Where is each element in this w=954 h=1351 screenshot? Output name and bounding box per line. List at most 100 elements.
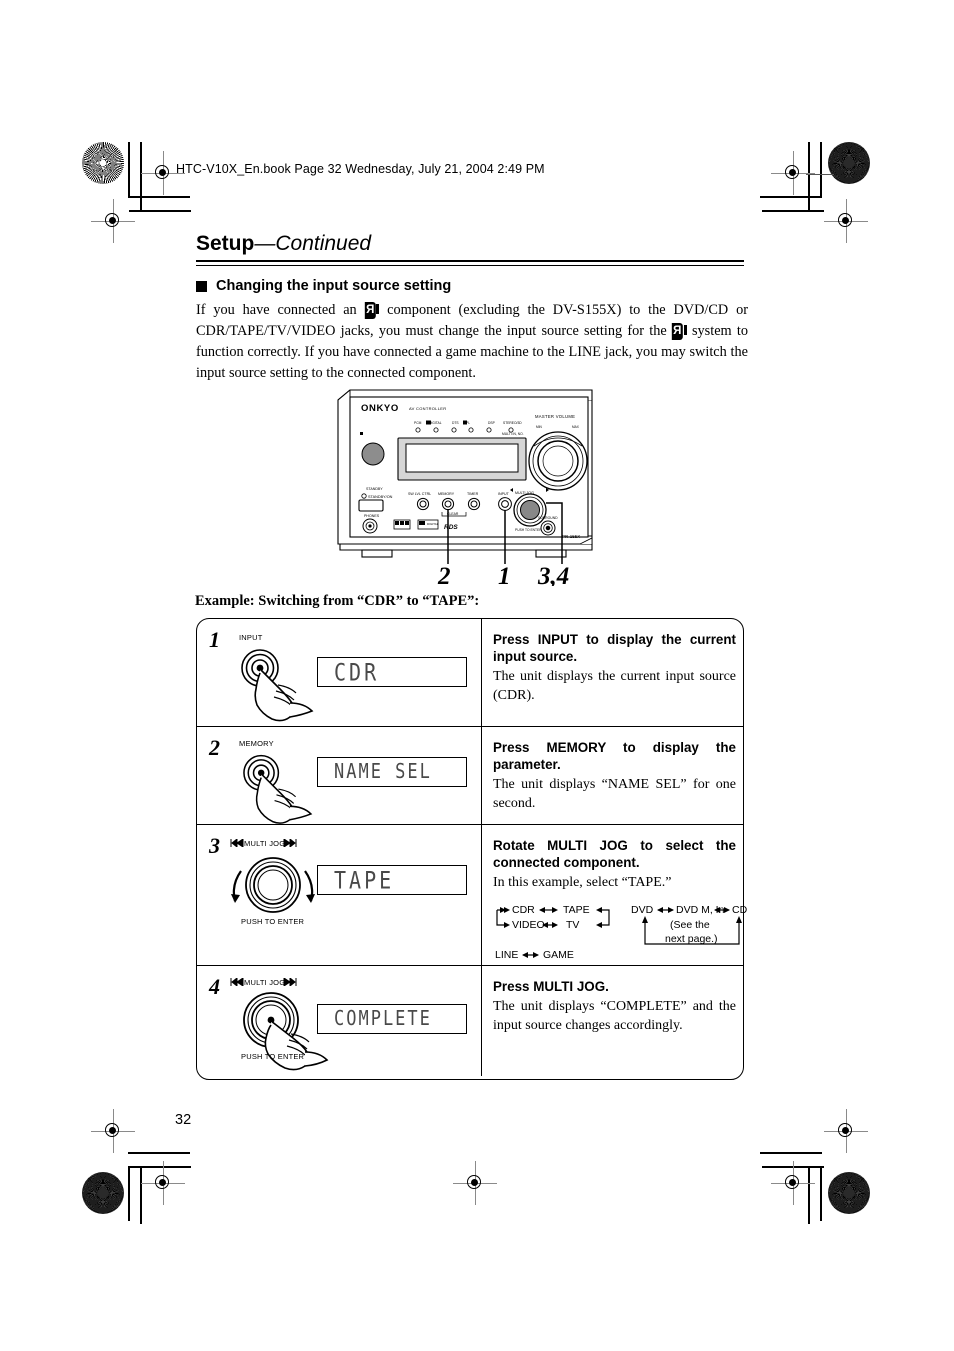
- step-row-3: 3 MULTI JOG PUSH TO ENTER TAPE Rotate MU…: [197, 825, 747, 966]
- jog-right-arrow-icon-3: [283, 839, 297, 847]
- step-4-text: Press MULTI JOG. The unit displays “COMP…: [481, 966, 743, 1076]
- page-title-block: Setup—Continued: [196, 232, 744, 266]
- jog-left-arrow-icon-4: [230, 978, 244, 986]
- phones-label: PHONES: [364, 514, 380, 518]
- step-1-illustration: 1 INPUT CDR: [197, 619, 481, 726]
- step-row-4: 4 MULTI JOG PUSH TO ENTER COMPLETE Press…: [197, 966, 743, 1076]
- step-row-2: 2 MEMORY NAME SEL Press MEMORY to displa…: [197, 727, 743, 825]
- step-1-lcd-display: CDR: [317, 657, 467, 687]
- page-number: 32: [175, 1112, 192, 1128]
- svg-text:MULTI IN, NO.: MULTI IN, NO.: [502, 432, 524, 436]
- crop-mark-br-h: [760, 1152, 822, 1154]
- cycle-cd-label: CD: [732, 904, 748, 917]
- cycle-video-label: VIDEO: [512, 919, 545, 932]
- svg-text:MEMORY: MEMORY: [438, 492, 455, 496]
- registration-target-top-right: [771, 151, 815, 195]
- crop-mark-tr-v: [820, 142, 822, 197]
- crop-mark-bl-v2: [140, 1166, 142, 1224]
- step-row-1: 1 INPUT CDR Press INPUT to display the c…: [197, 619, 743, 727]
- step-3-heading: Rotate MULTI JOG to select the connected…: [493, 838, 736, 871]
- step-4-lcd-display: COMPLETE: [317, 1004, 467, 1034]
- intro-text-1: If you have connected an: [196, 302, 365, 318]
- cycle-cdr-label: CDR: [512, 904, 535, 917]
- svg-text:DSP: DSP: [488, 421, 496, 425]
- unit-push-to-enter-label: PUSH TO ENTER: [515, 528, 542, 532]
- step-2-number: 2: [209, 735, 220, 760]
- example-caption: Example: Switching from “CDR” to “TAPE”:: [195, 593, 480, 609]
- crop-mark-bl-h2: [129, 1166, 191, 1168]
- step-2-lcd-text: NAME SEL: [334, 760, 432, 784]
- registration-target-right-lower: [824, 1109, 868, 1153]
- crop-mark-tr-v2: [808, 142, 810, 212]
- cycle-note-line2: next page.): [665, 933, 718, 946]
- step-1-lcd-text: CDR: [334, 657, 380, 687]
- ri-logo-icon-2: R: [671, 323, 687, 340]
- step-4-body: The unit displays “COMPLETE” and the inp…: [493, 999, 736, 1034]
- receiver-model: PR-155X: [562, 534, 580, 539]
- svg-text:TIMER: TIMER: [467, 492, 479, 496]
- step-4-number: 4: [209, 974, 220, 999]
- step-3-number: 3: [209, 833, 220, 858]
- crop-mark-tl-v: [128, 142, 130, 197]
- callout-2: 2: [437, 563, 451, 586]
- svg-text:DIGITAL: DIGITAL: [427, 522, 439, 526]
- title-divider: [196, 260, 744, 266]
- svg-text:INPUT: INPUT: [498, 492, 510, 496]
- step-2-lcd-display: NAME SEL: [317, 757, 467, 787]
- page-title-continued: —Continued: [254, 232, 372, 255]
- step-4-illustration: 4 MULTI JOG PUSH TO ENTER COMPLETE: [197, 966, 481, 1076]
- registration-target-left-upper: [91, 199, 135, 243]
- standby-label: STANDBY: [366, 487, 383, 491]
- surround-label: SURROUND: [538, 516, 558, 520]
- step-4-lcd-text: COMPLETE: [334, 1007, 432, 1031]
- cycle-game-label: GAME: [543, 949, 574, 962]
- step-2-illustration: 2 MEMORY NAME SEL: [197, 727, 481, 824]
- cycle-tape-label: TAPE: [563, 904, 590, 917]
- page-title-main: Setup: [196, 232, 255, 255]
- callout-3-4: 3,4: [537, 563, 569, 586]
- intro-paragraph: If you have connected an R component (ex…: [196, 300, 748, 384]
- step-1-number: 1: [209, 627, 220, 652]
- receiver-illustration: ONKYO AV CONTROLLER PCM DIGITAL DTS PL D…: [330, 386, 602, 590]
- step-3-body: In this example, select “TAPE.”: [493, 875, 672, 891]
- registration-target-bottom-right: [771, 1161, 815, 1205]
- step-3-control-label: MULTI JOG: [244, 839, 286, 848]
- step-1-heading: Press INPUT to display the current input…: [493, 632, 736, 665]
- registration-target-left-lower: [91, 1109, 135, 1153]
- section-heading-label: Changing the input source setting: [216, 278, 452, 294]
- crop-mark-tl-h: [128, 196, 190, 198]
- cycle-line-label: LINE: [495, 949, 519, 962]
- registration-star-bottom-left: [82, 1172, 124, 1214]
- step-4-heading: Press MULTI JOG.: [493, 979, 609, 994]
- receiver-brand-sub: AV CONTROLLER: [409, 406, 446, 411]
- svg-text:MIN: MIN: [536, 425, 543, 429]
- step-1-text: Press INPUT to display the current input…: [481, 619, 743, 726]
- cycle-dvd-label: DVD: [631, 904, 654, 917]
- step-3-lcd-display: TAPE: [317, 865, 467, 895]
- rds-label: RDS: [444, 524, 458, 531]
- cycle-note-line1: (See the: [670, 919, 710, 932]
- svg-text:STEREO/3D: STEREO/3D: [503, 421, 522, 425]
- step-1-body: The unit displays the current input sour…: [493, 669, 736, 704]
- step-3-control-sub-label: PUSH TO ENTER: [241, 917, 305, 926]
- steps-panel: 1 INPUT CDR Press INPUT to display the c…: [196, 618, 747, 1080]
- ri-logo-icon: R: [364, 302, 380, 319]
- section-heading: Changing the input source setting: [196, 278, 451, 294]
- registration-star-bottom-right: [828, 1172, 870, 1214]
- registration-target-right-upper: [824, 199, 868, 243]
- crop-mark-tl-v2: [140, 142, 142, 212]
- master-volume-label: MASTER VOLUME: [535, 414, 575, 419]
- standby-on-label: STANDBY/ON: [368, 495, 393, 499]
- registration-target-bottom-left: [141, 1161, 185, 1205]
- page-title: Setup—Continued: [196, 232, 744, 256]
- jog-right-arrow-icon-4: [283, 978, 297, 986]
- hand-press-button-icon-1: [241, 649, 314, 722]
- crop-mark-br-v2: [808, 1166, 810, 1224]
- clear-label: CLEAR: [447, 512, 459, 516]
- crop-mark-tr-h: [760, 196, 822, 198]
- step-3-lcd-text: TAPE: [334, 865, 395, 895]
- svg-text:PCM: PCM: [414, 421, 422, 425]
- step-2-body: The unit displays “NAME SEL” for one sec…: [493, 777, 736, 812]
- svg-text:DTS: DTS: [452, 421, 459, 425]
- crop-mark-tl-h2: [129, 210, 191, 212]
